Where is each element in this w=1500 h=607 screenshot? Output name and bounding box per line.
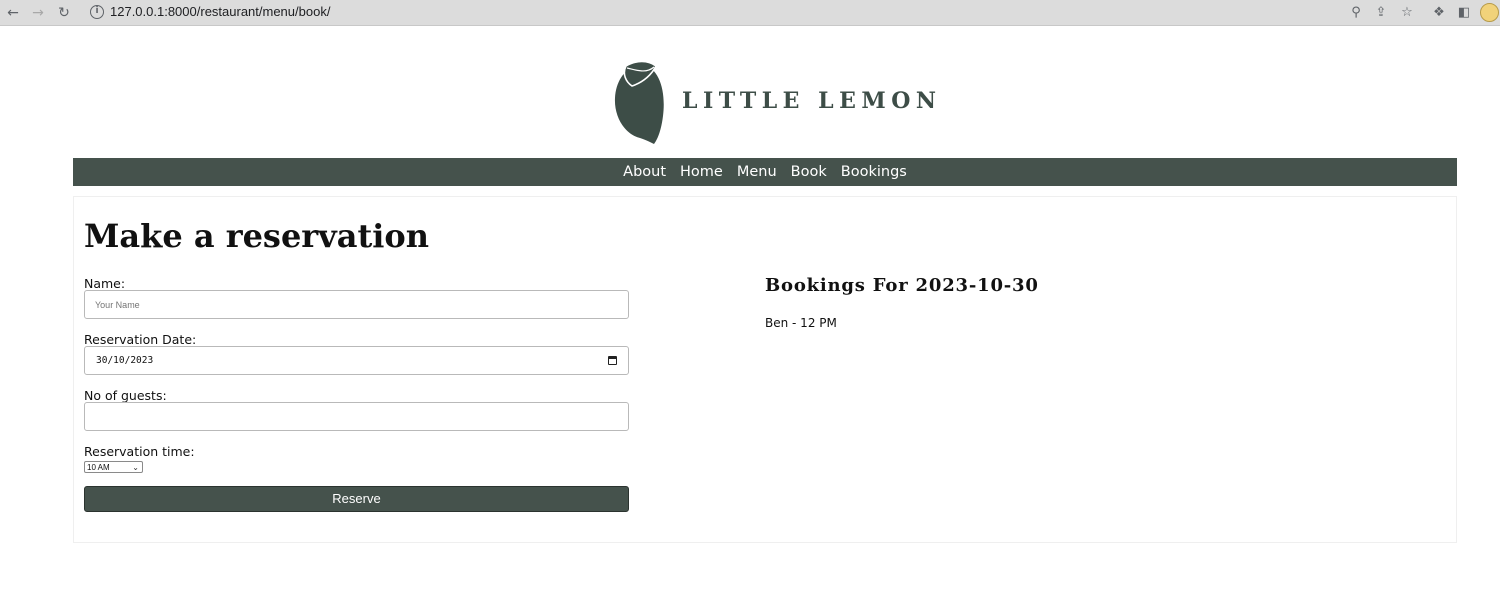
browser-toolbar: ← → ↻ i 127.0.0.1:8000/restaurant/menu/b…: [0, 0, 1500, 26]
nav-home[interactable]: Home: [680, 158, 723, 186]
nav-about[interactable]: About: [623, 158, 666, 186]
page-title: Make a reservation: [84, 217, 430, 255]
zoom-icon[interactable]: ⚲: [1346, 3, 1366, 23]
guests-input[interactable]: [84, 402, 629, 431]
main-nav: About Home Menu Book Bookings: [73, 158, 1457, 186]
time-label: Reservation time:: [84, 444, 195, 459]
bookmark-star-icon[interactable]: ☆: [1397, 3, 1417, 23]
back-icon[interactable]: ←: [3, 3, 23, 23]
name-input[interactable]: [84, 290, 629, 319]
date-label: Reservation Date:: [84, 332, 197, 347]
reservation-date-input[interactable]: 30/10/2023: [84, 346, 629, 375]
date-value: 30/10/2023: [96, 355, 154, 366]
address-bar[interactable]: 127.0.0.1:8000/restaurant/menu/book/: [110, 4, 330, 19]
calendar-icon[interactable]: [608, 356, 617, 365]
time-value: 10 AM: [87, 463, 110, 472]
reserve-button[interactable]: Reserve: [84, 486, 629, 512]
extensions-icon[interactable]: ❖: [1429, 3, 1449, 23]
brand-name: LITTLE LEMON: [682, 88, 942, 114]
share-icon[interactable]: ⇪: [1371, 3, 1391, 23]
nav-book[interactable]: Book: [791, 158, 827, 186]
reservation-card: Make a reservation Name: Reservation Dat…: [73, 196, 1457, 543]
site-info-icon[interactable]: i: [90, 5, 104, 19]
reload-icon[interactable]: ↻: [54, 3, 74, 23]
guests-label: No of guests:: [84, 388, 167, 403]
reservation-time-select[interactable]: 10 AM ⌄: [84, 461, 143, 473]
nav-menu[interactable]: Menu: [737, 158, 777, 186]
side-panel-icon[interactable]: ◧: [1454, 3, 1474, 23]
profile-avatar[interactable]: [1480, 3, 1499, 22]
site-logo[interactable]: LITTLE LEMON: [612, 58, 936, 146]
name-label: Name:: [84, 276, 126, 291]
chevron-down-icon: ⌄: [132, 463, 139, 472]
bookings-title: Bookings For 2023-10-30: [765, 275, 1039, 296]
booking-entry: Ben - 12 PM: [765, 316, 837, 330]
lemon-icon: [614, 60, 664, 144]
forward-icon[interactable]: →: [28, 3, 48, 23]
nav-bookings[interactable]: Bookings: [841, 158, 907, 186]
